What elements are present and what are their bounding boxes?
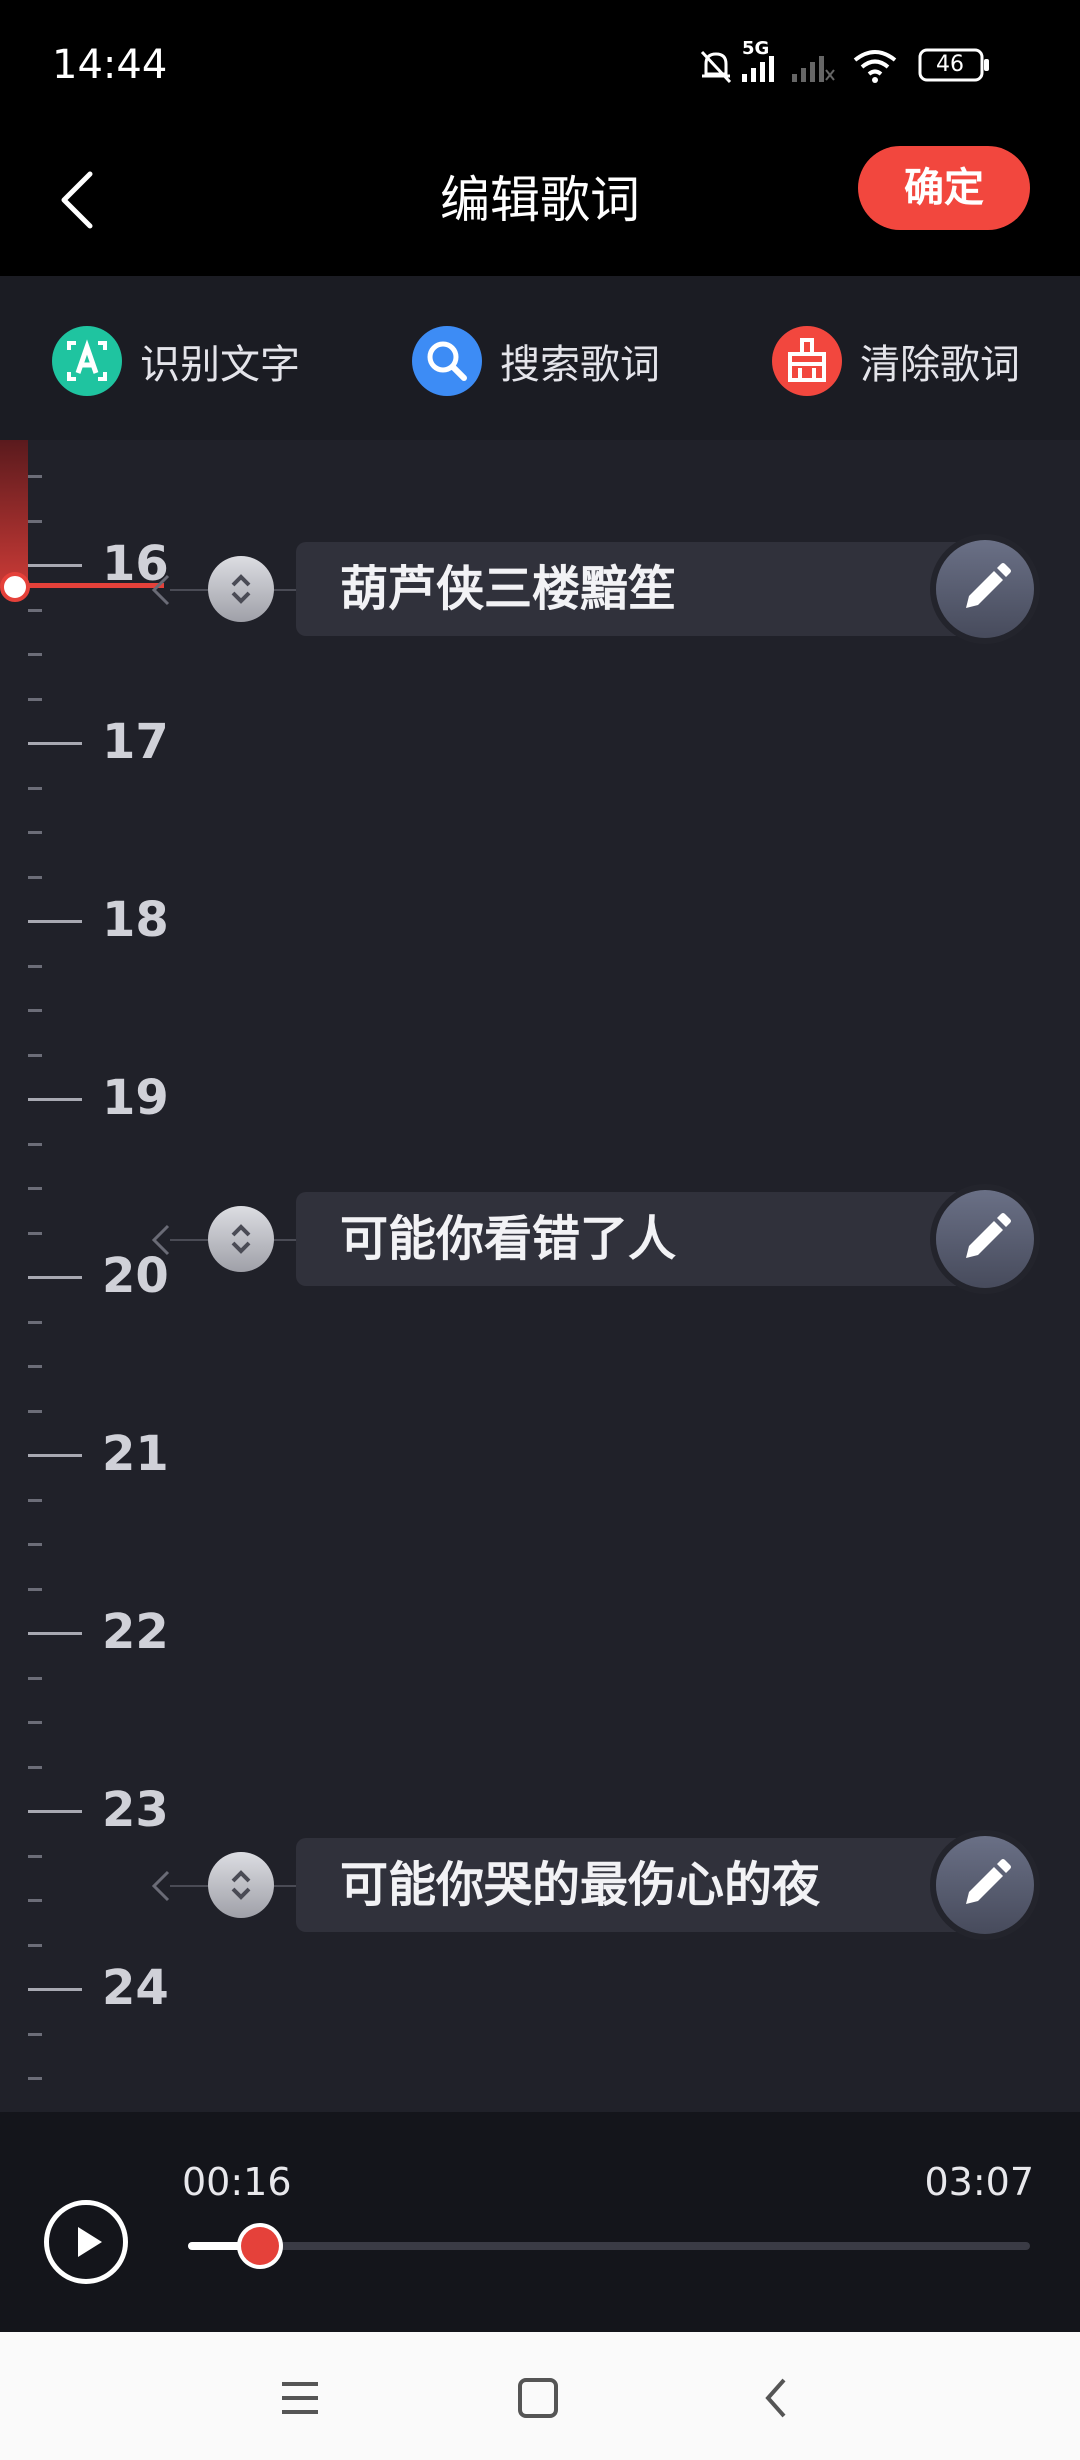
- ruler-major-tick: [28, 1810, 82, 1813]
- ruler-minor-tick: [28, 1543, 42, 1546]
- play-button[interactable]: [44, 2200, 128, 2284]
- ruler-minor-tick: [28, 1498, 42, 1502]
- search-icon: [412, 326, 482, 396]
- ruler-major-tick: [28, 920, 82, 923]
- ruler-minor-tick: [28, 1409, 42, 1413]
- ruler-major-tick: [28, 1454, 82, 1457]
- search-lyrics-label: 搜索歌词: [500, 342, 660, 388]
- menu-icon[interactable]: [262, 2360, 338, 2436]
- ruler-major-tick: [28, 1988, 82, 1991]
- ruler-minor-tick: [28, 2077, 42, 2080]
- ruler-minor-tick: [28, 475, 42, 478]
- mute-bell-icon: [700, 50, 732, 84]
- ruler-minor-tick: [28, 1587, 42, 1591]
- ruler-second-label: 21: [102, 1426, 169, 1482]
- time-adjust-button[interactable]: [208, 1852, 274, 1918]
- ruler-minor-tick: [28, 1142, 42, 1146]
- text-recognize-icon: [52, 326, 122, 396]
- ruler-major-tick: [28, 1098, 82, 1101]
- ruler-minor-tick: [28, 1365, 42, 1368]
- recognize-text-button[interactable]: 识别文字: [52, 326, 300, 396]
- ruler-second-label: 23: [102, 1782, 169, 1838]
- ruler-minor-tick: [28, 1187, 42, 1190]
- ruler-minor-tick: [28, 831, 42, 834]
- lyric-text: 可能你看错了人: [340, 1211, 677, 1267]
- confirm-button[interactable]: 确定: [858, 146, 1030, 230]
- ruler-minor-tick: [28, 1676, 42, 1680]
- ruler-minor-tick: [28, 964, 42, 968]
- status-bar: 14:44 5G 46: [0, 0, 1080, 130]
- ruler-minor-tick: [28, 697, 42, 701]
- current-time: 00:16: [182, 2160, 292, 2204]
- time-adjust-button[interactable]: [208, 1206, 274, 1272]
- lyric-text: 可能你哭的最伤心的夜: [340, 1857, 821, 1913]
- broom-clear-icon: [772, 326, 842, 396]
- ruler-minor-tick: [28, 1765, 42, 1769]
- time-adjust-button[interactable]: [208, 556, 274, 622]
- status-icons: 5G 46: [696, 38, 1036, 90]
- battery-level: 46: [936, 52, 964, 77]
- pencil-icon: [966, 1213, 1011, 1258]
- seek-thumb[interactable]: [240, 2227, 279, 2265]
- audio-player: 00:16 03:07: [0, 2112, 1080, 2332]
- ruler-minor-tick: [28, 1721, 42, 1724]
- search-lyrics-button[interactable]: 搜索歌词: [412, 326, 660, 396]
- wifi-icon: [853, 50, 897, 83]
- up-down-chevron-icon: [231, 1224, 251, 1254]
- ruler-minor-tick: [28, 2032, 42, 2036]
- edit-lyric-button[interactable]: [936, 1836, 1034, 1934]
- lyric-timeline[interactable]: 16 17 18 19 20 21 22 23 24 葫芦侠三楼黯笙 可能你看错…: [0, 440, 1080, 2112]
- lyric-text: 葫芦侠三楼黯笙: [340, 561, 677, 617]
- pencil-icon: [966, 1859, 1011, 1904]
- status-time: 14:44: [52, 42, 168, 88]
- ruler-second-label: 24: [102, 1960, 169, 2016]
- clear-lyrics-label: 清除歌词: [860, 342, 1020, 388]
- system-nav-bar: [0, 2332, 1080, 2460]
- recognize-text-label: 识别文字: [140, 342, 300, 388]
- clear-lyrics-button[interactable]: 清除歌词: [772, 326, 1020, 396]
- pencil-icon: [966, 563, 1011, 608]
- nav-back-icon[interactable]: [740, 2360, 816, 2436]
- ruler-minor-tick: [28, 1943, 42, 1947]
- ruler-minor-tick: [28, 1320, 42, 1324]
- home-icon[interactable]: [500, 2360, 576, 2436]
- seek-bar[interactable]: [188, 2227, 1030, 2265]
- ruler-second-label: 22: [102, 1604, 169, 1660]
- lyric-line-box[interactable]: 可能你哭的最伤心的夜: [296, 1838, 956, 1932]
- ruler-minor-tick: [28, 786, 42, 790]
- back-arrow-icon[interactable]: [40, 160, 120, 240]
- ruler-major-tick: [28, 742, 82, 745]
- up-down-chevron-icon: [231, 574, 251, 604]
- ruler-second-label: 17: [102, 714, 169, 770]
- ruler-minor-tick: [28, 519, 42, 523]
- up-down-chevron-icon: [231, 1870, 251, 1900]
- lyric-line-box[interactable]: 可能你看错了人: [296, 1192, 956, 1286]
- lyric-toolbar: 识别文字 搜索歌词 清除歌词: [0, 276, 1080, 440]
- total-time: 03:07: [924, 2160, 1034, 2204]
- ruler-major-tick: [28, 1632, 82, 1635]
- ruler-second-label: 18: [102, 892, 169, 948]
- title-bar: 编辑歌词 确定: [0, 130, 1080, 276]
- lyric-row[interactable]: 葫芦侠三楼黯笙: [0, 540, 1080, 638]
- signal-icon: [742, 56, 774, 82]
- edit-lyric-button[interactable]: [936, 540, 1034, 638]
- signal-2-icon: [792, 56, 835, 82]
- lyric-row[interactable]: 可能你看错了人: [0, 1190, 1080, 1288]
- ruler-second-label: 19: [102, 1070, 169, 1126]
- ruler-minor-tick: [28, 1053, 42, 1057]
- ruler-minor-tick: [28, 653, 42, 656]
- lyric-line-box[interactable]: 葫芦侠三楼黯笙: [296, 542, 956, 636]
- play-icon: [78, 2227, 102, 2257]
- ruler-minor-tick: [28, 1009, 42, 1012]
- edit-lyric-button[interactable]: [936, 1190, 1034, 1288]
- lyric-row[interactable]: 可能你哭的最伤心的夜: [0, 1836, 1080, 1934]
- ruler-minor-tick: [28, 875, 42, 879]
